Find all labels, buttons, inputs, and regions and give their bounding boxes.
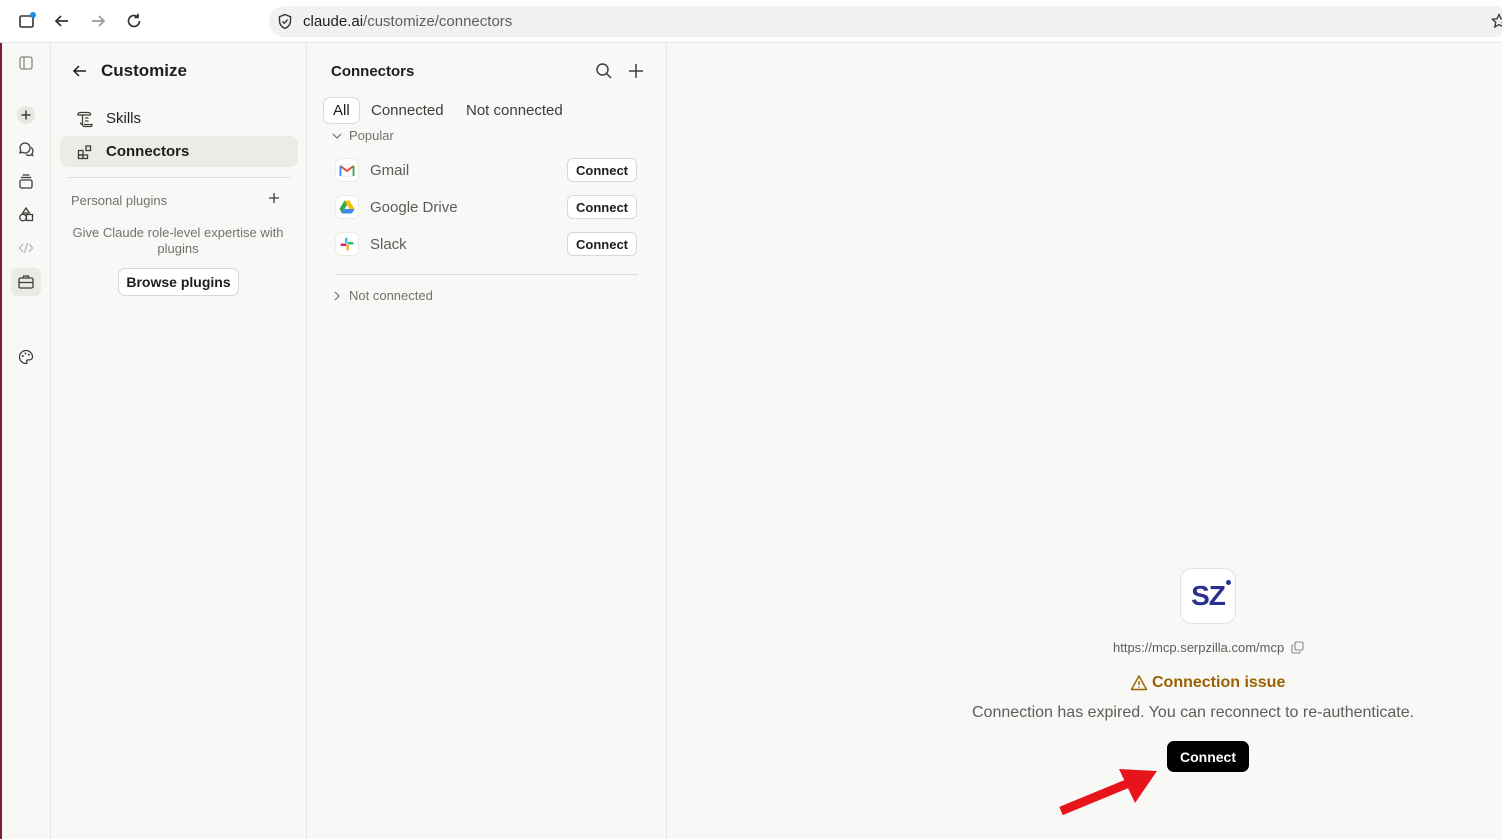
page-title: Customize xyxy=(101,61,187,80)
browse-plugins-button[interactable]: Browse plugins xyxy=(118,268,239,296)
search-icon[interactable] xyxy=(594,61,614,81)
divider xyxy=(335,274,638,275)
connector-row-gmail: Gmail Connect xyxy=(331,154,639,186)
sidebar-toggle-icon[interactable] xyxy=(14,51,38,75)
customize-header: Customize xyxy=(71,59,187,83)
browser-toolbar: claude.ai/customize/connectors xyxy=(0,0,1502,43)
nav-item-skills[interactable]: Skills xyxy=(60,103,298,134)
not-connected-label: Not connected xyxy=(349,288,433,303)
copy-icon[interactable] xyxy=(1291,641,1304,654)
forward-icon[interactable] xyxy=(85,8,111,34)
connector-name: Gmail xyxy=(370,161,410,179)
new-chat-icon[interactable] xyxy=(14,103,38,127)
gmail-icon xyxy=(335,158,359,182)
reconnect-button[interactable]: Connect xyxy=(1167,741,1249,772)
chevron-right-icon xyxy=(334,291,340,300)
site-info-icon[interactable] xyxy=(277,13,293,30)
connector-url-row: https://mcp.serpzilla.com/mcp xyxy=(1113,640,1304,655)
popular-label: Popular xyxy=(349,128,394,143)
tab-overview-icon[interactable] xyxy=(14,8,40,34)
skills-icon xyxy=(76,110,94,128)
nav-item-label: Connectors xyxy=(106,143,190,160)
personal-plugins-label: Personal plugins xyxy=(71,193,168,208)
connector-row-slack: Slack Connect xyxy=(331,228,639,260)
logo-text: SZ xyxy=(1191,580,1231,612)
connector-detail-pane: SZ https://mcp.serpzilla.com/mcp Connect… xyxy=(667,43,1502,839)
connection-issue-description: Connection has expired. You can reconnec… xyxy=(972,704,1415,721)
connector-name: Slack xyxy=(370,235,407,253)
artifacts-icon[interactable] xyxy=(14,203,38,227)
icon-rail xyxy=(2,43,51,839)
chevron-down-icon xyxy=(332,133,342,139)
add-plugin-icon[interactable] xyxy=(266,190,282,206)
nav-item-label: Skills xyxy=(106,110,142,127)
connect-gmail-button[interactable]: Connect xyxy=(567,158,637,182)
tab-not-connected[interactable]: Not connected xyxy=(457,97,572,124)
divider xyxy=(67,177,291,178)
connectors-panel: Connectors All Connected Not connected P… xyxy=(307,43,667,839)
url-text: claude.ai/customize/connectors xyxy=(303,13,513,30)
connection-issue-title: Connection issue xyxy=(1152,674,1286,691)
palette-icon[interactable] xyxy=(14,345,38,369)
connector-url: https://mcp.serpzilla.com/mcp xyxy=(1113,640,1285,655)
projects-icon[interactable] xyxy=(14,170,38,194)
connectors-title: Connectors xyxy=(331,63,415,80)
warning-icon xyxy=(1130,675,1148,691)
connector-row-google-drive: Google Drive Connect xyxy=(331,191,639,223)
connect-google-drive-button[interactable]: Connect xyxy=(567,195,637,219)
google-drive-icon xyxy=(335,195,359,219)
customize-icon[interactable] xyxy=(11,268,41,296)
serpzilla-logo: SZ xyxy=(1180,568,1236,624)
back-icon[interactable] xyxy=(49,8,75,34)
bookmark-star-icon[interactable] xyxy=(1491,13,1502,29)
popular-section-toggle[interactable]: Popular xyxy=(331,128,394,143)
reload-icon[interactable] xyxy=(121,8,147,34)
code-icon[interactable] xyxy=(14,236,38,260)
connector-name: Google Drive xyxy=(370,198,458,216)
slack-icon xyxy=(335,232,359,256)
connectors-icon xyxy=(76,143,94,161)
customize-panel: Customize Skills Connectors Personal plu… xyxy=(51,43,307,839)
address-bar[interactable]: claude.ai/customize/connectors xyxy=(269,6,1502,37)
chats-icon[interactable] xyxy=(14,137,38,161)
tab-all[interactable]: All xyxy=(323,97,360,124)
nav-item-connectors[interactable]: Connectors xyxy=(60,136,298,167)
tab-connected[interactable]: Connected xyxy=(362,97,453,124)
connection-issue-heading: Connection issue xyxy=(1130,674,1285,692)
annotation-arrow-icon xyxy=(1059,769,1157,816)
connect-slack-button[interactable]: Connect xyxy=(567,232,637,256)
not-connected-section-toggle[interactable]: Not connected xyxy=(331,288,433,303)
add-connector-icon[interactable] xyxy=(626,61,646,81)
personal-plugins-description: Give Claude role-level expertise with pl… xyxy=(72,225,284,256)
back-arrow-icon[interactable] xyxy=(71,62,89,80)
